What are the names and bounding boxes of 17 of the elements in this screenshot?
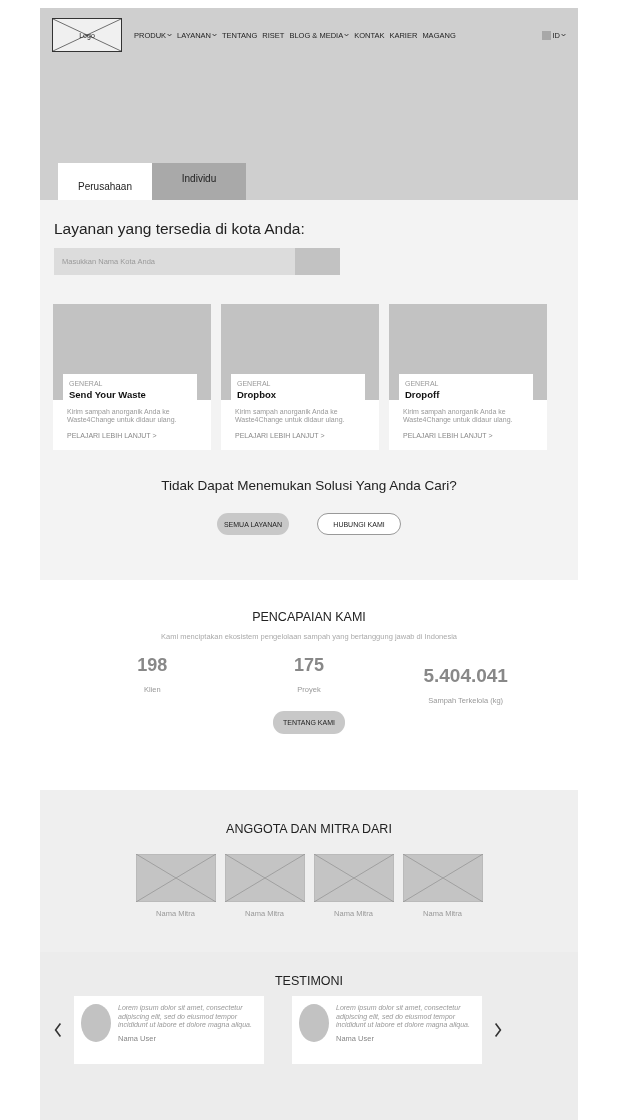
avatar <box>81 1004 111 1042</box>
card-title: Send Your Waste <box>69 389 147 400</box>
section-heading: ANGGOTA DAN MITRA DARI <box>225 822 393 836</box>
tab[interactable]: Perusahaan <box>58 163 152 200</box>
card-title: Dropbox <box>237 389 278 400</box>
section-heading: PENCAPAIAN KAMI <box>252 610 366 624</box>
tab[interactable]: Individu <box>152 163 246 200</box>
stat-value: 198 <box>137 655 168 676</box>
stat-value: 175 <box>294 655 325 676</box>
avatar <box>299 1004 329 1042</box>
section-heading: Layanan yang tersedia di kota Anda: <box>54 220 306 238</box>
section-heading: Tidak Dapat Menemukan Solusi Yang Anda Cari? <box>160 478 458 493</box>
stat-value: 5.404.041 <box>423 665 508 687</box>
caret-icon <box>561 33 566 37</box>
card-title: Dropoff <box>405 389 441 400</box>
flag-icon <box>541 30 551 40</box>
section-heading: TESTIMONI <box>273 974 345 988</box>
